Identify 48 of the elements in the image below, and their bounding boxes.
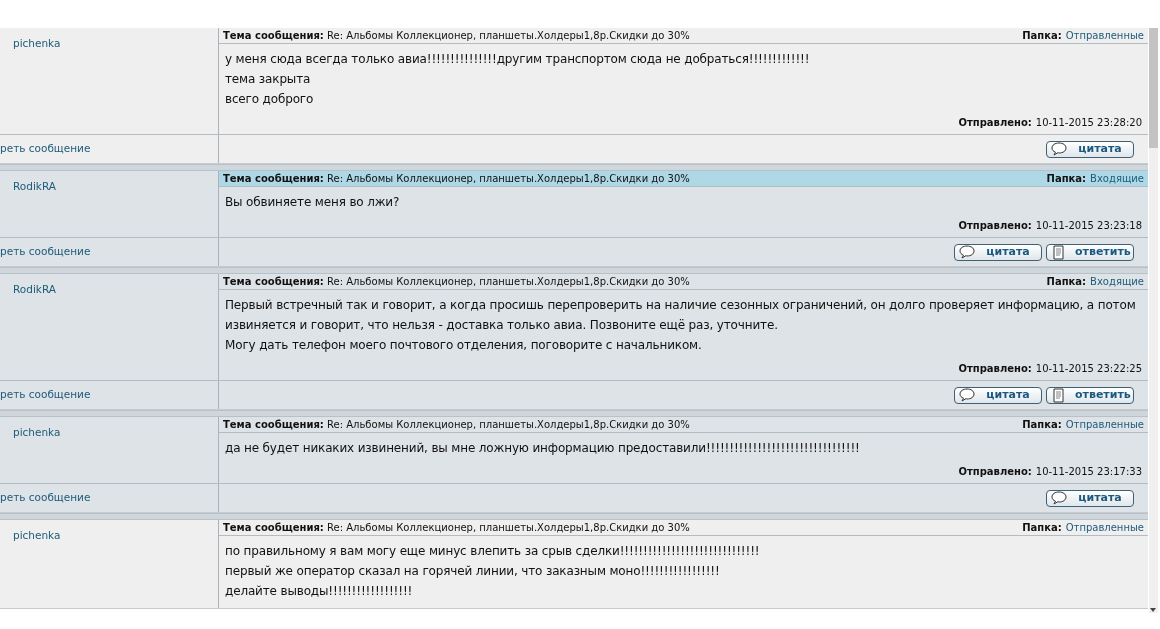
folder-label: Папка: <box>1022 521 1062 535</box>
view-message-link[interactable]: реть сообщение <box>0 387 91 403</box>
message-text: у меня сюда всегда только авиа!!!!!!!!!!!!!!!другим транспортом сюда не добраться!!!!!!!!!!!!! <box>225 51 811 68</box>
message-text: да не будет никаких извинений, вы мне ложную информацию предоставили!!!!!!!!!!!!!!!!!!!!!!!!!!!!!!!!! <box>225 440 861 457</box>
quote-button[interactable]: цитата <box>954 243 1042 261</box>
sent-time: 10-11-2015 23:23:18 <box>1035 219 1142 233</box>
quote-button[interactable]: цитата <box>954 386 1042 404</box>
subject-text: Тема сообщения: Re: Альбомы Коллекционер, планшеты.Холдеры1,8р.Скидки до 30% <box>223 29 690 43</box>
message-text: Вы обвиняете меня во лжи? <box>225 194 401 211</box>
view-message-link[interactable]: реть сообщение <box>0 244 91 260</box>
folder-link[interactable]: Входящие <box>1090 274 1144 289</box>
sent-label: Отправлено: <box>958 362 1032 376</box>
message-text: Первый встречный так и говорит, а когда просишь перепроверить на наличие сезонных ограничений, он долго проверяет информацию, а потом извиняется и говорит, что нельзя - доставка только авиа. Позвоните ещё раз, уточните. <box>225 297 1137 334</box>
folder-label: Папка: <box>1046 172 1087 186</box>
message-text: всего доброго <box>225 91 315 108</box>
quote-button[interactable]: цитата <box>1046 489 1134 507</box>
folder-link[interactable]: Отправленные <box>1065 28 1144 43</box>
message-text: первый же оператор сказал на горячей линии, что заказным моно!!!!!!!!!!!!!!!!! <box>225 563 721 580</box>
message-text: Могу дать телефон моего почтового отделения, поговорите с начальником. <box>225 337 703 354</box>
sent-time: 10-11-2015 23:22:25 <box>1035 362 1142 376</box>
sent-label: Отправлено: <box>958 465 1032 479</box>
author-link[interactable]: pichenka <box>13 426 61 438</box>
folder-link[interactable]: Входящие <box>1090 171 1144 186</box>
author-link[interactable]: pichenka <box>13 37 61 49</box>
folder-link[interactable]: Отправленные <box>1065 417 1144 432</box>
subject-text: Тема сообщения: Re: Альбомы Коллекционер, планшеты.Холдеры1,8р.Скидки до 30% <box>223 521 690 535</box>
author-link[interactable]: RodikRA <box>13 283 56 295</box>
folder-label: Папка: <box>1046 275 1087 289</box>
message-text: делайте выводы!!!!!!!!!!!!!!!!!! <box>225 583 414 600</box>
sent-label: Отправлено: <box>958 116 1032 130</box>
view-message-link[interactable]: реть сообщение <box>0 141 91 157</box>
sent-time: 10-11-2015 23:28:20 <box>1035 116 1142 130</box>
message-text: тема закрыта <box>225 71 312 88</box>
folder-label: Папка: <box>1022 29 1062 43</box>
sent-label: Отправлено: <box>958 219 1032 233</box>
view-message-link[interactable]: реть сообщение <box>0 490 91 506</box>
subject-text: Тема сообщения: Re: Альбомы Коллекционер, планшеты.Холдеры1,8р.Скидки до 30% <box>223 172 690 186</box>
author-link[interactable]: pichenka <box>13 529 61 541</box>
reply-button[interactable]: ответить <box>1046 243 1134 261</box>
author-link[interactable]: RodikRA <box>13 180 56 192</box>
reply-button[interactable]: ответить <box>1046 386 1134 404</box>
folder-label: Папка: <box>1022 418 1062 432</box>
subject-text: Тема сообщения: Re: Альбомы Коллекционер, планшеты.Холдеры1,8р.Скидки до 30% <box>223 418 690 432</box>
message-text: по правильному я вам могу еще минус влепить за срыв сделки!!!!!!!!!!!!!!!!!!!!!!!!!!!!!! <box>225 543 761 560</box>
folder-link[interactable]: Отправленные <box>1065 520 1144 535</box>
quote-button[interactable]: цитата <box>1046 140 1134 158</box>
subject-text: Тема сообщения: Re: Альбомы Коллекционер, планшеты.Холдеры1,8р.Скидки до 30% <box>223 275 690 289</box>
sent-time: 10-11-2015 23:17:33 <box>1035 465 1142 479</box>
